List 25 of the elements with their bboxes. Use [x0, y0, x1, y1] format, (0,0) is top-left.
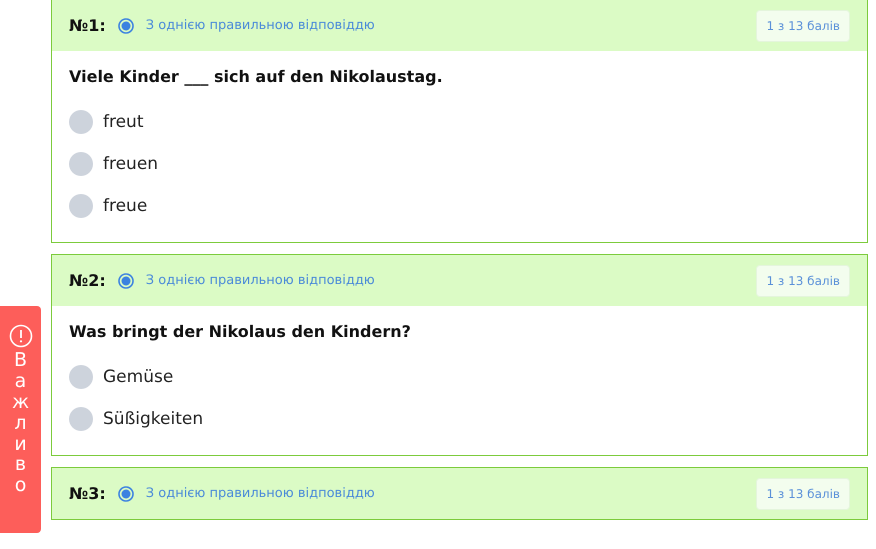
- radio-button[interactable]: [69, 407, 93, 431]
- question-text: Viele Kinder ___ sich auf den Nikolaustag.: [69, 67, 444, 86]
- option-label[interactable]: Süßigkeiten: [103, 409, 204, 429]
- option-label[interactable]: freut: [103, 112, 144, 132]
- radio-button[interactable]: [69, 194, 93, 218]
- radio-button[interactable]: [69, 152, 93, 176]
- option-label[interactable]: freue: [103, 196, 148, 216]
- question-number: №1:: [69, 16, 106, 35]
- question-number: №3:: [69, 484, 106, 503]
- option-label[interactable]: Gemüse: [103, 367, 174, 387]
- question-type: З однією правильною відповіддю: [146, 18, 376, 33]
- radio-icon: [118, 272, 134, 288]
- radio-icon: [118, 486, 134, 502]
- question-text: Was bringt der Nikolaus den Kindern?: [69, 322, 412, 341]
- question-number: №2:: [69, 271, 106, 290]
- radio-button[interactable]: [69, 365, 93, 389]
- radio-button[interactable]: [69, 110, 93, 134]
- alert-icon: [8, 324, 32, 348]
- question-type: З однією правильною відповіддю: [146, 273, 376, 288]
- question-type: З однією правильною відповіддю: [146, 486, 376, 501]
- radio-icon: [118, 18, 134, 34]
- points-badge: 1 з 13 балів: [756, 10, 850, 42]
- option-label[interactable]: freuen: [103, 154, 158, 174]
- points-badge: 1 з 13 балів: [756, 264, 850, 296]
- points-badge: 1 з 13 балів: [756, 478, 850, 510]
